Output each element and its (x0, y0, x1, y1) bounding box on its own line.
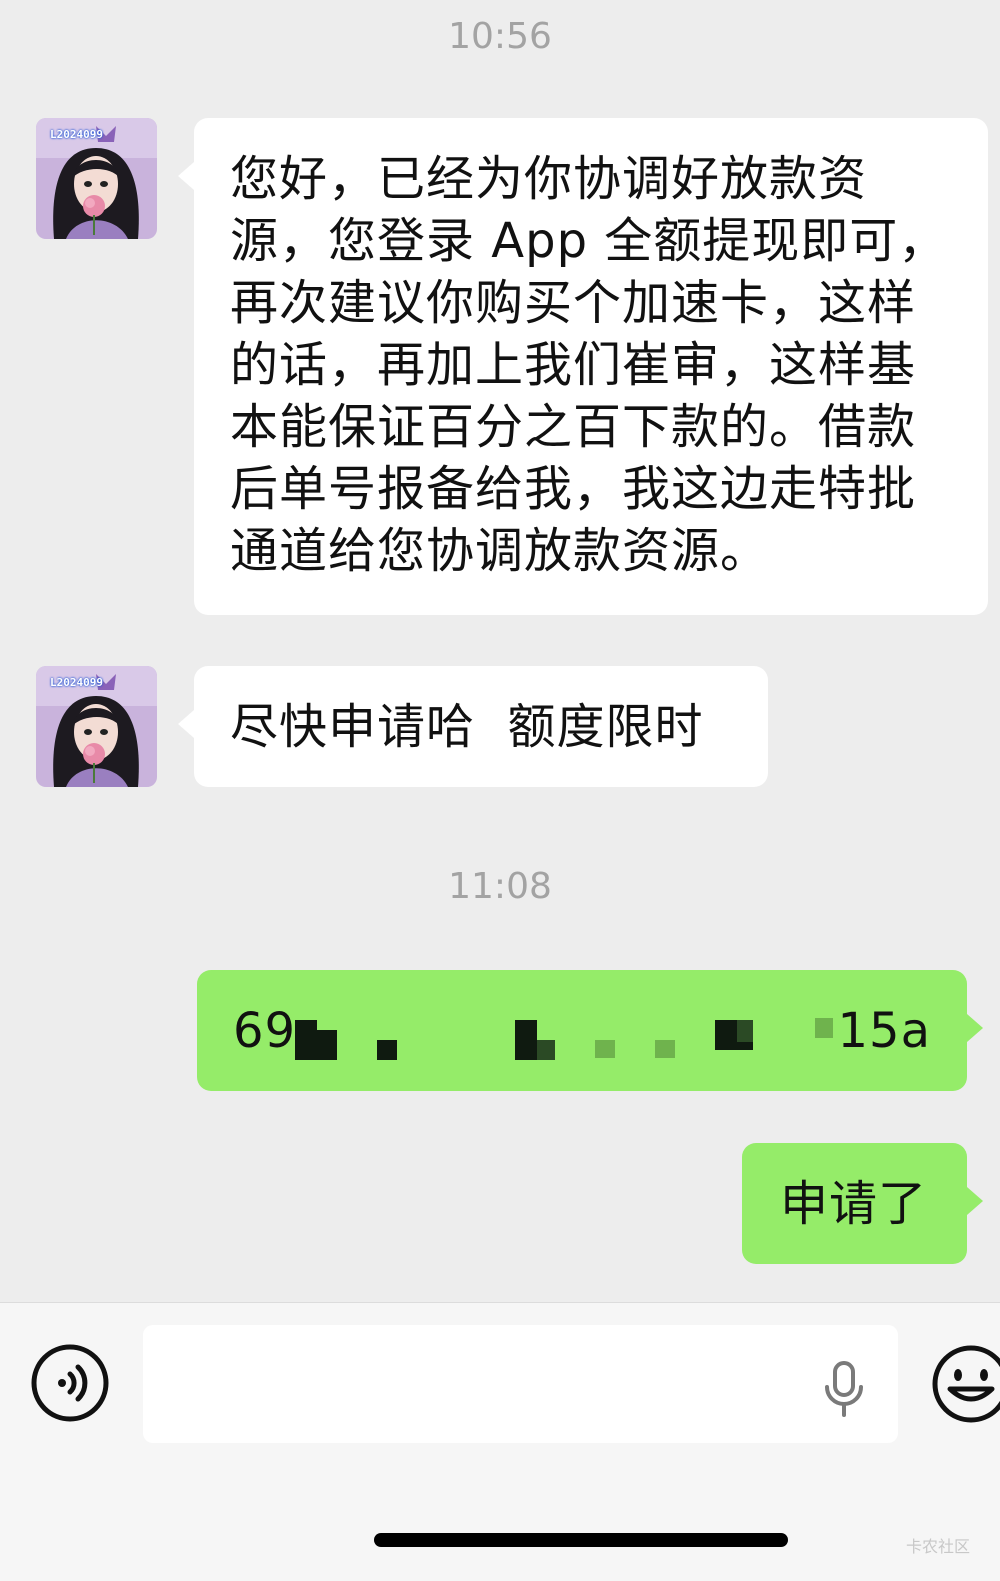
timestamp: 10:56 (448, 16, 552, 57)
voice-input-icon[interactable] (30, 1343, 110, 1423)
message-text-start: 69 (233, 1003, 297, 1059)
contact-avatar[interactable]: L2024099 (36, 118, 157, 239)
message-line: 后单号报备给我，我这边走特批 (230, 461, 917, 517)
message-bubble-incoming[interactable]: 您好，已经为你协调好放款资 源，您登录 App 全额提现即可， 再次建议你购买个… (178, 118, 988, 615)
message-line: 再次建议你购买个加速卡，这样 (230, 275, 917, 331)
microphone-icon[interactable] (821, 1359, 867, 1419)
message-line: 通道给您协调放款资源。 (230, 523, 770, 579)
message-bubble-outgoing[interactable]: 申请了 (742, 1143, 983, 1264)
message-line: 您好，已经为你协调好放款资 (230, 151, 868, 207)
message-line: 的话，再加上我们崔审，这样基 (230, 337, 917, 393)
message-line: 本能保证百分之百下款的。借款 (230, 399, 917, 455)
message-text-end: 15a (837, 1003, 931, 1059)
watermark: 卡农社区 (905, 1537, 970, 1556)
message-text: 申请了 (780, 1176, 928, 1232)
message-bubble-outgoing[interactable]: 69 15a (197, 970, 983, 1091)
message-bubble-incoming[interactable]: 尽快申请哈 额度限时 (178, 666, 768, 787)
message-input[interactable] (143, 1325, 898, 1443)
home-indicator[interactable] (374, 1533, 788, 1547)
chat-input-bar: 卡农社区 (0, 1302, 1000, 1581)
contact-avatar[interactable]: L2024099 (36, 666, 157, 787)
emoji-icon[interactable] (930, 1343, 1000, 1425)
message-line: 源，您登录 App 全额提现即可， (230, 213, 948, 269)
avatar-caption: L2024099 (50, 128, 103, 141)
avatar-caption: L2024099 (50, 676, 103, 689)
timestamp: 11:08 (448, 866, 552, 907)
message-text: 尽快申请哈 额度限时 (230, 699, 704, 755)
